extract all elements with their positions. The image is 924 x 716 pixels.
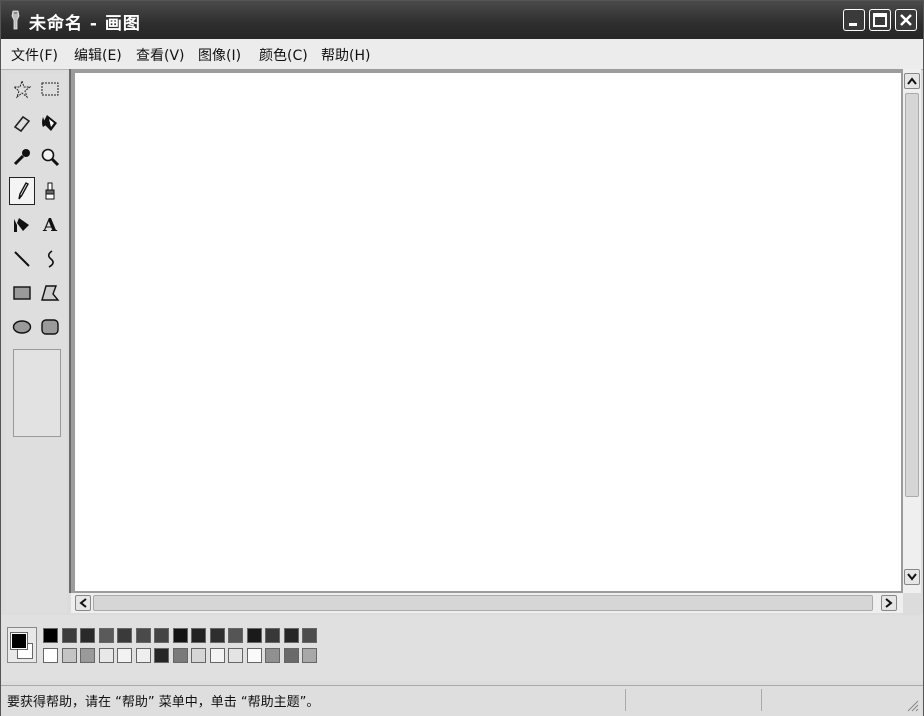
tool-free-form-select[interactable] — [9, 75, 35, 103]
tool-magnifier[interactable] — [37, 143, 63, 171]
tool-line[interactable] — [9, 245, 35, 273]
tool-rectangle[interactable] — [9, 279, 35, 307]
close-icon — [900, 14, 912, 26]
tool-rect-select[interactable] — [37, 75, 63, 103]
eyedropper-icon — [13, 149, 30, 166]
vertical-scroll-thumb[interactable] — [905, 93, 919, 497]
menu-view[interactable]: 查看(V) — [136, 45, 185, 65]
scroll-right-button[interactable] — [881, 595, 897, 611]
palette-color-cell[interactable] — [173, 628, 188, 643]
menu-bar: 文件(F) 编辑(E) 查看(V) 图像(I) 颜色(C) 帮助(H) — [1, 39, 923, 70]
tool-rounded-rectangle[interactable] — [37, 313, 63, 341]
chevron-left-icon — [79, 598, 87, 608]
chevron-down-icon — [907, 573, 917, 581]
palette-color-cell[interactable] — [191, 648, 206, 663]
brush-icon — [45, 182, 55, 200]
palette-color-cell[interactable] — [210, 628, 225, 643]
tool-pencil[interactable] — [9, 177, 35, 205]
tool-brush[interactable] — [37, 177, 63, 205]
palette-color-cell[interactable] — [62, 628, 77, 643]
horizontal-scroll-thumb[interactable] — [93, 595, 873, 611]
foreground-color-swatch — [10, 632, 28, 650]
tool-polygon[interactable] — [37, 279, 63, 307]
resize-grip-icon[interactable] — [905, 698, 919, 712]
eraser-icon — [13, 115, 31, 133]
airbrush-icon — [14, 218, 29, 232]
paint-app-icon — [11, 10, 20, 30]
palette-color-cell[interactable] — [173, 648, 188, 663]
chevron-right-icon — [885, 598, 893, 608]
palette-color-cell[interactable] — [80, 628, 95, 643]
palette-color-cell[interactable] — [117, 628, 132, 643]
tool-airbrush[interactable] — [9, 211, 35, 239]
status-bar: 要获得帮助，请在 “帮助” 菜单中，单击 “帮助主题”。 — [1, 685, 923, 716]
palette-color-cell[interactable] — [265, 628, 280, 643]
palette-color-cell[interactable] — [80, 648, 95, 663]
tool-fill[interactable] — [37, 109, 63, 137]
menu-file[interactable]: 文件(F) — [11, 45, 58, 65]
palette-color-cell[interactable] — [302, 628, 317, 643]
chevron-up-icon — [907, 77, 917, 85]
magnifier-icon — [41, 148, 60, 167]
star-select-icon — [12, 79, 32, 99]
tool-eraser[interactable] — [9, 109, 35, 137]
palette-color-cell[interactable] — [228, 648, 243, 663]
line-icon — [14, 251, 30, 267]
minimize-icon — [849, 23, 857, 26]
menu-help[interactable]: 帮助(H) — [321, 45, 370, 65]
palette-color-cell[interactable] — [62, 648, 77, 663]
palette-color-cell[interactable] — [265, 648, 280, 663]
menu-colors[interactable]: 颜色(C) — [259, 45, 308, 65]
palette-color-cell[interactable] — [99, 628, 114, 643]
status-pane-size — [761, 689, 896, 711]
palette-color-cell[interactable] — [43, 628, 58, 643]
scroll-down-button[interactable] — [904, 569, 920, 585]
tool-text[interactable]: A — [37, 211, 63, 239]
tool-options-box[interactable] — [13, 349, 61, 437]
drawing-canvas[interactable] — [75, 73, 901, 591]
ellipse-icon — [12, 320, 32, 334]
palette-color-cell[interactable] — [284, 648, 299, 663]
scroll-up-button[interactable] — [904, 73, 920, 89]
rectangle-icon — [13, 286, 31, 300]
scroll-left-button[interactable] — [75, 595, 91, 611]
tool-ellipse[interactable] — [9, 313, 35, 341]
rect-select-icon — [41, 82, 59, 96]
palette-color-cell[interactable] — [247, 648, 262, 663]
status-text: 要获得帮助，请在 “帮助” 菜单中，单击 “帮助主题”。 — [7, 695, 320, 710]
menu-image[interactable]: 图像(I) — [198, 45, 241, 65]
palette-color-cell[interactable] — [117, 648, 132, 663]
close-button[interactable] — [895, 9, 917, 31]
palette-color-cell[interactable] — [228, 628, 243, 643]
menu-edit[interactable]: 编辑(E) — [74, 45, 122, 65]
maximize-icon — [873, 13, 887, 27]
palette-color-cell[interactable] — [136, 648, 151, 663]
palette-color-cell[interactable] — [302, 648, 317, 663]
palette-color-cell[interactable] — [247, 628, 262, 643]
tool-pick-color[interactable] — [9, 143, 35, 171]
pencil-icon — [18, 182, 29, 200]
paint-window: 未命名 - 画图 文件(F) 编辑(E) 查看(V) 图像(I) 颜色(C) 帮… — [0, 0, 924, 716]
polygon-icon — [41, 285, 60, 301]
rounded-rect-icon — [41, 319, 59, 335]
minimize-button[interactable] — [843, 9, 865, 31]
maximize-button[interactable] — [869, 9, 891, 31]
title-bar[interactable]: 未命名 - 画图 — [1, 1, 923, 39]
palette-color-cell[interactable] — [284, 628, 299, 643]
palette-color-cell[interactable] — [99, 648, 114, 663]
palette-color-cell[interactable] — [136, 628, 151, 643]
toolbox: A — [5, 73, 67, 613]
text-icon: A — [43, 214, 57, 236]
fill-bucket-icon — [42, 115, 57, 131]
status-pane-position — [625, 689, 760, 711]
palette-color-cell[interactable] — [154, 628, 169, 643]
palette-color-cell[interactable] — [154, 648, 169, 663]
palette-color-cell[interactable] — [210, 648, 225, 663]
palette-color-cell[interactable] — [43, 648, 58, 663]
window-title: 未命名 - 画图 — [29, 14, 141, 34]
curve-icon — [47, 250, 54, 268]
palette-color-cell[interactable] — [191, 628, 206, 643]
tool-curve[interactable] — [37, 245, 63, 273]
